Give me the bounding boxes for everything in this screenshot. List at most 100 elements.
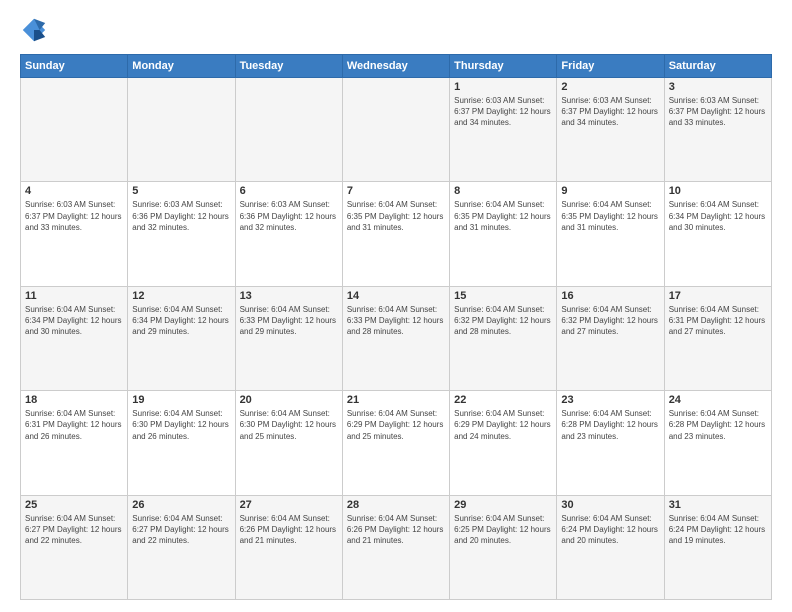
day-info: Sunrise: 6:04 AM Sunset: 6:30 PM Dayligh… xyxy=(132,408,230,442)
week-row-4: 25 Sunrise: 6:04 AM Sunset: 6:27 PM Dayli… xyxy=(21,495,772,599)
logo-icon xyxy=(20,16,48,44)
calendar-cell: 17 Sunrise: 6:04 AM Sunset: 6:31 PM Dayli… xyxy=(664,286,771,390)
calendar-cell: 20 Sunrise: 6:04 AM Sunset: 6:30 PM Dayli… xyxy=(235,391,342,495)
day-info: Sunrise: 6:04 AM Sunset: 6:28 PM Dayligh… xyxy=(561,408,659,442)
weekday-header-wednesday: Wednesday xyxy=(342,55,449,78)
day-number: 17 xyxy=(669,290,767,302)
day-info: Sunrise: 6:04 AM Sunset: 6:24 PM Dayligh… xyxy=(669,513,767,547)
day-number: 21 xyxy=(347,394,445,406)
calendar-cell: 16Sunrise: 6:04 AM Sunset: 6:32 PM Dayli… xyxy=(557,286,664,390)
day-number: 11 xyxy=(25,290,123,302)
day-number: 22 xyxy=(454,394,552,406)
calendar-cell: 24 Sunrise: 6:04 AM Sunset: 6:28 PM Dayli… xyxy=(664,391,771,495)
week-row-3: 18 Sunrise: 6:04 AM Sunset: 6:31 PM Dayli… xyxy=(21,391,772,495)
day-number: 26 xyxy=(132,499,230,511)
week-row-1: 4Sunrise: 6:03 AM Sunset: 6:37 PM Daylig… xyxy=(21,182,772,286)
day-number: 3 xyxy=(669,81,767,93)
weekday-header-tuesday: Tuesday xyxy=(235,55,342,78)
day-number: 1 xyxy=(454,81,552,93)
calendar-cell: 28 Sunrise: 6:04 AM Sunset: 6:26 PM Dayli… xyxy=(342,495,449,599)
calendar-cell: 11Sunrise: 6:04 AM Sunset: 6:34 PM Dayli… xyxy=(21,286,128,390)
day-number: 30 xyxy=(561,499,659,511)
day-info: Sunrise: 6:04 AM Sunset: 6:27 PM Dayligh… xyxy=(25,513,123,547)
calendar-cell: 14 Sunrise: 6:04 AM Sunset: 6:33 PM Dayli… xyxy=(342,286,449,390)
calendar-cell: 5 Sunrise: 6:03 AM Sunset: 6:36 PM Daylig… xyxy=(128,182,235,286)
day-info: Sunrise: 6:04 AM Sunset: 6:34 PM Dayligh… xyxy=(132,304,230,338)
day-number: 20 xyxy=(240,394,338,406)
day-info: Sunrise: 6:04 AM Sunset: 6:25 PM Dayligh… xyxy=(454,513,552,547)
weekday-header-friday: Friday xyxy=(557,55,664,78)
day-info: Sunrise: 6:04 AM Sunset: 6:26 PM Dayligh… xyxy=(240,513,338,547)
day-number: 28 xyxy=(347,499,445,511)
day-number: 7 xyxy=(347,185,445,197)
week-row-2: 11 Sunrise: 6:04 AM Sunset: 6:34 PM Dayli… xyxy=(21,286,772,390)
day-number: 31 xyxy=(669,499,767,511)
calendar-cell xyxy=(235,78,342,182)
calendar-cell xyxy=(128,78,235,182)
day-info: Sunrise: 6:04 AM Sunset: 6:24 PM Dayligh… xyxy=(561,513,659,547)
day-number: 9 xyxy=(561,185,659,197)
header xyxy=(20,16,772,44)
day-info: Sunrise: 6:04 AM Sunset: 6:35 PM Dayligh… xyxy=(561,199,659,233)
calendar-cell: 13Sunrise: 6:04 AM Sunset: 6:33 PM Dayli… xyxy=(235,286,342,390)
day-info: Sunrise: 6:03 AM Sunset: 6:36 PM Dayligh… xyxy=(240,199,338,233)
day-number: 14 xyxy=(347,290,445,302)
calendar-cell: 12 Sunrise: 6:04 AM Sunset: 6:34 PM Dayli… xyxy=(128,286,235,390)
day-number: 18 xyxy=(25,394,123,406)
weekday-header-sunday: Sunday xyxy=(21,55,128,78)
day-number: 27 xyxy=(240,499,338,511)
day-number: 12 xyxy=(132,290,230,302)
day-info: Sunrise: 6:04 AM Sunset: 6:31 PM Dayligh… xyxy=(669,304,767,338)
day-info: Sunrise: 6:04 AM Sunset: 6:32 PM Dayligh… xyxy=(454,304,552,338)
day-info: Sunrise: 6:04 AM Sunset: 6:31 PM Dayligh… xyxy=(25,408,123,442)
day-number: 13 xyxy=(240,290,338,302)
calendar-table: SundayMondayTuesdayWednesdayThursdayFrid… xyxy=(20,54,772,600)
calendar-cell xyxy=(342,78,449,182)
day-number: 24 xyxy=(669,394,767,406)
day-info: Sunrise: 6:03 AM Sunset: 6:37 PM Dayligh… xyxy=(561,95,659,129)
page: SundayMondayTuesdayWednesdayThursdayFrid… xyxy=(0,0,792,612)
calendar-cell: 4Sunrise: 6:03 AM Sunset: 6:37 PM Daylig… xyxy=(21,182,128,286)
calendar-cell: 9 Sunrise: 6:04 AM Sunset: 6:35 PM Daylig… xyxy=(557,182,664,286)
day-number: 5 xyxy=(132,185,230,197)
calendar-cell: 3Sunrise: 6:03 AM Sunset: 6:37 PM Daylig… xyxy=(664,78,771,182)
day-info: Sunrise: 6:03 AM Sunset: 6:36 PM Dayligh… xyxy=(132,199,230,233)
weekday-header-row: SundayMondayTuesdayWednesdayThursdayFrid… xyxy=(21,55,772,78)
calendar-cell: 19 Sunrise: 6:04 AM Sunset: 6:30 PM Dayli… xyxy=(128,391,235,495)
day-info: Sunrise: 6:04 AM Sunset: 6:27 PM Dayligh… xyxy=(132,513,230,547)
calendar-cell: 8 Sunrise: 6:04 AM Sunset: 6:35 PM Daylig… xyxy=(450,182,557,286)
day-number: 15 xyxy=(454,290,552,302)
calendar-cell: 6Sunrise: 6:03 AM Sunset: 6:36 PM Daylig… xyxy=(235,182,342,286)
week-row-0: 1 Sunrise: 6:03 AM Sunset: 6:37 PM Daylig… xyxy=(21,78,772,182)
day-info: Sunrise: 6:04 AM Sunset: 6:33 PM Dayligh… xyxy=(347,304,445,338)
day-number: 10 xyxy=(669,185,767,197)
day-info: Sunrise: 6:04 AM Sunset: 6:28 PM Dayligh… xyxy=(669,408,767,442)
calendar-cell: 7Sunrise: 6:04 AM Sunset: 6:35 PM Daylig… xyxy=(342,182,449,286)
calendar-cell: 10 Sunrise: 6:04 AM Sunset: 6:34 PM Dayli… xyxy=(664,182,771,286)
day-number: 25 xyxy=(25,499,123,511)
calendar-cell: 18 Sunrise: 6:04 AM Sunset: 6:31 PM Dayli… xyxy=(21,391,128,495)
day-info: Sunrise: 6:04 AM Sunset: 6:30 PM Dayligh… xyxy=(240,408,338,442)
calendar-cell: 30 Sunrise: 6:04 AM Sunset: 6:24 PM Dayli… xyxy=(557,495,664,599)
day-number: 4 xyxy=(25,185,123,197)
calendar-cell: 1 Sunrise: 6:03 AM Sunset: 6:37 PM Daylig… xyxy=(450,78,557,182)
calendar-cell: 27 Sunrise: 6:04 AM Sunset: 6:26 PM Dayli… xyxy=(235,495,342,599)
day-info: Sunrise: 6:04 AM Sunset: 6:29 PM Dayligh… xyxy=(347,408,445,442)
day-number: 19 xyxy=(132,394,230,406)
day-info: Sunrise: 6:04 AM Sunset: 6:29 PM Dayligh… xyxy=(454,408,552,442)
day-info: Sunrise: 6:04 AM Sunset: 6:34 PM Dayligh… xyxy=(669,199,767,233)
weekday-header-saturday: Saturday xyxy=(664,55,771,78)
day-info: Sunrise: 6:04 AM Sunset: 6:26 PM Dayligh… xyxy=(347,513,445,547)
day-number: 29 xyxy=(454,499,552,511)
day-number: 8 xyxy=(454,185,552,197)
day-number: 16 xyxy=(561,290,659,302)
weekday-header-thursday: Thursday xyxy=(450,55,557,78)
calendar-cell: 26 Sunrise: 6:04 AM Sunset: 6:27 PM Dayli… xyxy=(128,495,235,599)
calendar-cell: 22 Sunrise: 6:04 AM Sunset: 6:29 PM Dayli… xyxy=(450,391,557,495)
day-info: Sunrise: 6:03 AM Sunset: 6:37 PM Dayligh… xyxy=(454,95,552,129)
calendar-cell: 29 Sunrise: 6:04 AM Sunset: 6:25 PM Dayli… xyxy=(450,495,557,599)
weekday-header-monday: Monday xyxy=(128,55,235,78)
calendar-cell: 31 Sunrise: 6:04 AM Sunset: 6:24 PM Dayli… xyxy=(664,495,771,599)
day-info: Sunrise: 6:04 AM Sunset: 6:35 PM Dayligh… xyxy=(454,199,552,233)
day-number: 23 xyxy=(561,394,659,406)
